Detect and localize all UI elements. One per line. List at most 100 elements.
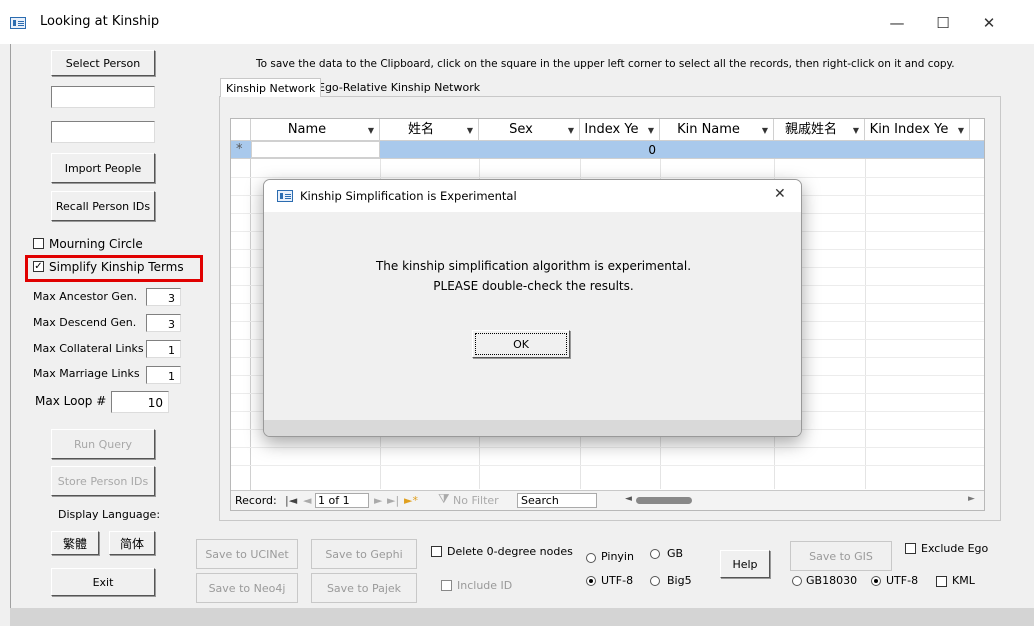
ok-button[interactable]: OK [472,330,570,358]
kml-checkbox[interactable] [936,576,947,587]
max-descend-label: Max Descend Gen. [33,316,137,329]
dropdown-arrow-icon: ▼ [466,126,473,135]
index-year-cell[interactable]: 0 [580,143,656,157]
max-collateral-field[interactable]: 1 [146,340,181,358]
dropdown-arrow-icon: ▼ [567,126,574,135]
last-record-icon[interactable]: ►| [387,494,399,507]
mourning-circle-label: Mourning Circle [49,237,143,251]
big5-radio[interactable] [650,576,660,586]
column-header-kin-index-year[interactable]: Kin Index Ye ▼ [865,119,970,141]
minimize-button[interactable]: — [874,8,920,38]
max-ancestor-label: Max Ancestor Gen. [33,290,138,303]
big5-label: Big5 [667,574,692,587]
dropdown-arrow-icon: ▼ [957,126,964,135]
max-descend-field[interactable]: 3 [146,314,181,332]
traditional-chinese-button[interactable]: 繁體 [51,531,99,555]
save-to-gephi-button[interactable]: Save to Gephi [311,539,417,569]
record-position-field[interactable]: 1 of 1 [315,493,369,508]
exit-button[interactable]: Exit [51,568,155,596]
simplified-chinese-button[interactable]: 简体 [109,531,155,555]
dialog-message-line-1: The kinship simplification algorithm is … [375,259,692,273]
mourning-circle-checkbox[interactable] [33,238,44,249]
utf8-radio[interactable] [586,576,596,586]
close-button[interactable]: ✕ [966,8,1012,38]
gis-utf8-radio[interactable] [871,576,881,586]
include-id-checkbox[interactable] [441,580,452,591]
record-label: Record: [235,494,277,507]
search-input[interactable]: Search [517,493,597,508]
gb18030-label: GB18030 [806,574,858,587]
status-strip [10,608,1034,626]
tab-kinship-network[interactable]: Kinship Network [220,78,322,97]
exclude-ego-checkbox[interactable] [905,543,916,554]
dropdown-arrow-icon: ▼ [367,126,374,135]
horizontal-scrollbar-thumb[interactable] [636,497,692,504]
save-to-neo4j-button[interactable]: Save to Neo4j [196,573,298,603]
delete-zero-degree-checkbox[interactable] [431,546,442,557]
max-ancestor-field[interactable]: 3 [146,288,181,306]
dropdown-arrow-icon: ▼ [647,126,654,135]
form-icon [10,17,26,29]
filter-icon: ⧩ [438,492,450,507]
scroll-right-icon[interactable]: ► [968,494,975,504]
window-title: Looking at Kinship [40,14,160,29]
no-filter-label[interactable]: No Filter [453,494,499,507]
exclude-ego-label: Exclude Ego [921,542,989,555]
maximize-button[interactable]: ☐ [920,8,966,38]
max-loop-field[interactable]: 10 [111,391,169,413]
new-record-icon[interactable]: ►* [404,494,418,507]
dialog-footer [264,420,801,436]
highlight-box [25,255,203,282]
select-person-button[interactable]: Select Person [51,50,155,76]
recall-person-ids-button[interactable]: Recall Person IDs [51,191,155,221]
import-people-button[interactable]: Import People [51,153,155,183]
pinyin-label: Pinyin [601,550,634,563]
column-header-kin-chinese-name[interactable]: 親戚姓名 ▼ [774,119,865,141]
column-header-sex[interactable]: Sex ▼ [479,119,580,141]
dropdown-arrow-icon: ▼ [852,126,859,135]
dialog-title: Kinship Simplification is Experimental [300,189,517,203]
record-navigation-bar: Record: |◄ ◄ 1 of 1 ► ►| ►* ⧩ No Filter … [231,490,984,510]
next-record-icon[interactable]: ► [374,494,382,507]
tab-ego-relative-kinship-network[interactable]: Ego-Relative Kinship Network [313,78,485,97]
kml-label: KML [952,574,975,587]
new-record-marker: * [236,142,243,157]
name-cell[interactable] [251,141,380,158]
column-header-index-year[interactable]: Index Ye ▼ [580,119,660,141]
save-to-pajek-button[interactable]: Save to Pajek [311,573,417,603]
table-row-new[interactable]: * 0 [231,141,984,159]
delete-zero-degree-label: Delete 0-degree nodes [447,545,573,558]
save-to-ucinet-button[interactable]: Save to UCINet [196,539,298,569]
clipboard-instruction: To save the data to the Clipboard, click… [256,58,955,70]
max-marriage-field[interactable]: 1 [146,366,181,384]
utf8-label: UTF-8 [601,574,634,587]
select-all-corner[interactable] [231,119,251,141]
gb18030-radio[interactable] [792,576,802,586]
max-marriage-label: Max Marriage Links [33,367,140,380]
kinship-warning-dialog: Kinship Simplification is Experimental ✕… [263,179,802,437]
include-id-label: Include ID [457,579,513,592]
person-input-1[interactable] [51,86,155,108]
gb-radio[interactable] [650,549,660,559]
column-header-kin-name[interactable]: Kin Name ▼ [660,119,774,141]
dialog-title-bar: Kinship Simplification is Experimental ✕ [264,180,801,212]
column-header-chinese-name[interactable]: 姓名 ▼ [380,119,479,141]
gb-label: GB [667,547,684,560]
pinyin-radio[interactable] [586,553,596,563]
display-language-label: Display Language: [58,508,161,521]
grid-header: Name ▼ 姓名 ▼ Sex ▼ Index Ye ▼ Kin Name ▼ 親戚姓名 ▼… [231,119,984,141]
dialog-close-button[interactable]: ✕ [774,186,786,202]
store-person-ids-button[interactable]: Store Person IDs [51,466,155,496]
gis-utf8-label: UTF-8 [886,574,919,587]
run-query-button[interactable]: Run Query [51,429,155,459]
save-to-gis-button[interactable]: Save to GIS [790,541,892,571]
first-record-icon[interactable]: |◄ [285,494,297,507]
max-collateral-label: Max Collateral Links [33,342,144,355]
person-input-2[interactable] [51,121,155,143]
column-header-name[interactable]: Name ▼ [251,119,380,141]
dropdown-arrow-icon: ▼ [761,126,768,135]
help-button[interactable]: Help [720,550,770,578]
scroll-left-icon[interactable]: ◄ [625,494,632,504]
previous-record-icon[interactable]: ◄ [303,494,311,507]
dialog-message-line-2: PLEASE double-check the results. [433,279,634,293]
